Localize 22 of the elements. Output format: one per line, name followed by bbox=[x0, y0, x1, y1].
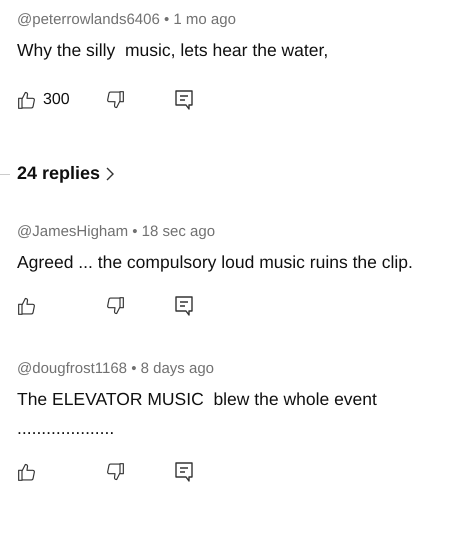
thumbs-up-icon bbox=[17, 462, 37, 482]
comment-icon bbox=[175, 90, 193, 110]
replies-link[interactable]: 24 replies bbox=[17, 163, 114, 184]
thumbs-down-icon bbox=[105, 462, 125, 482]
chevron-right-icon bbox=[106, 166, 114, 180]
thumbs-up-icon bbox=[17, 90, 37, 110]
comment-text: Agreed ... the compulsory loud music ruins the clip. bbox=[17, 251, 414, 274]
thumbs-up-icon bbox=[17, 296, 37, 316]
comment-icon bbox=[175, 296, 193, 316]
like-count: 300 bbox=[43, 91, 70, 109]
comment-text: The ELEVATOR MUSIC blew the whole event .................... bbox=[17, 388, 378, 440]
reply-button[interactable] bbox=[175, 90, 193, 110]
comment-author-time: @JamesHigham • 18 sec ago bbox=[17, 222, 216, 242]
reply-button[interactable] bbox=[175, 462, 193, 482]
comment-author-time: @peterrowlands6406 • 1 mo ago bbox=[17, 10, 237, 30]
comment-author-time: @dougfrost1168 • 8 days ago bbox=[17, 359, 215, 379]
like-button[interactable]: 300 bbox=[17, 90, 105, 110]
reply-button[interactable] bbox=[175, 296, 193, 316]
comment-icon bbox=[175, 462, 193, 482]
comment-text: Why the silly music, lets hear the water, bbox=[17, 39, 330, 62]
thumbs-down-icon bbox=[105, 296, 125, 316]
thumbs-down-icon bbox=[105, 90, 125, 110]
